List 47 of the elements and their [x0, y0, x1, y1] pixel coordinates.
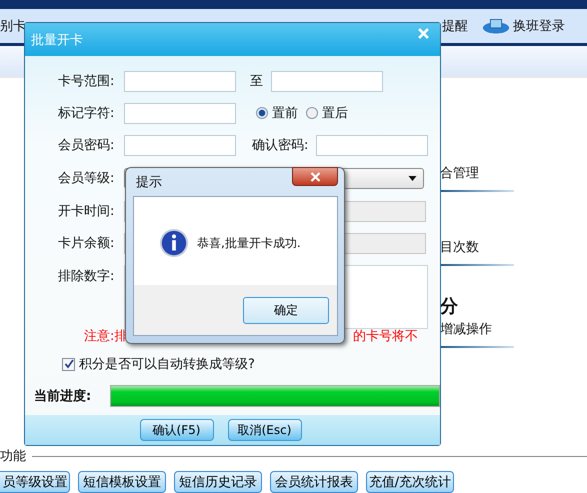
field-label: 开卡时间:: [58, 203, 116, 220]
field-label: 卡片余额:: [58, 235, 116, 252]
panel-title: 合管理: [440, 165, 480, 182]
ok-button[interactable]: 确定: [243, 296, 329, 324]
dialog-button[interactable]: 取消(Esc): [228, 419, 302, 441]
function-button[interactable]: 充值/充次统计: [366, 471, 454, 493]
function-button[interactable]: 员等级设置: [0, 471, 70, 493]
input-field[interactable]: [124, 70, 236, 92]
warning-note: 的卡号将不: [353, 328, 418, 346]
computer-icon: [482, 16, 510, 36]
field-label: 会员等级:: [58, 170, 116, 187]
toolbar-item[interactable]: 换班登录: [482, 16, 565, 36]
message-title: 提示: [136, 174, 162, 191]
window-title: 批量开卡: [31, 32, 83, 48]
field-label: 标记字符:: [58, 105, 116, 122]
info-icon: [159, 228, 189, 258]
toolbar-item[interactable]: 别卡: [0, 17, 26, 35]
function-button[interactable]: 短信模板设置: [78, 471, 166, 493]
progress-label: 当前进度:: [34, 388, 92, 405]
function-button[interactable]: 短信历史记录: [174, 471, 262, 493]
radio-button[interactable]: [306, 107, 318, 119]
password-field[interactable]: [316, 134, 428, 156]
caret-icon: [408, 176, 417, 180]
radio-button[interactable]: [256, 107, 268, 119]
radio-option[interactable]: 置后: [306, 104, 348, 122]
input-field[interactable]: [271, 70, 383, 92]
dialog-button[interactable]: 确认(F5): [140, 419, 214, 441]
panel-subtitle: 增减操作: [440, 321, 493, 338]
function-button[interactable]: 会员统计报表: [270, 471, 358, 493]
password-field[interactable]: [124, 134, 236, 156]
checkbox-label: 积分是否可以自动转换成等级?: [79, 356, 255, 373]
input-field[interactable]: [124, 102, 236, 124]
close-icon: [310, 172, 320, 182]
close-icon: [418, 28, 428, 38]
field-label: 排除数字:: [58, 268, 116, 285]
section-title: 功能: [0, 448, 26, 465]
radio-option[interactable]: 置前: [256, 104, 298, 122]
field-label: 会员密码:: [58, 137, 116, 154]
toolbar-item[interactable]: 提醒: [442, 17, 468, 35]
field-label: 卡号范围:: [58, 73, 116, 90]
close-button[interactable]: [292, 167, 338, 186]
range-separator: 至: [250, 73, 263, 90]
checkbox[interactable]: [62, 358, 75, 370]
message-text: 恭喜,批量开卡成功.: [197, 234, 301, 252]
panel-title: 分: [440, 295, 459, 318]
field-label: 确认密码:: [252, 137, 310, 154]
panel-title: 目次数: [440, 239, 480, 256]
